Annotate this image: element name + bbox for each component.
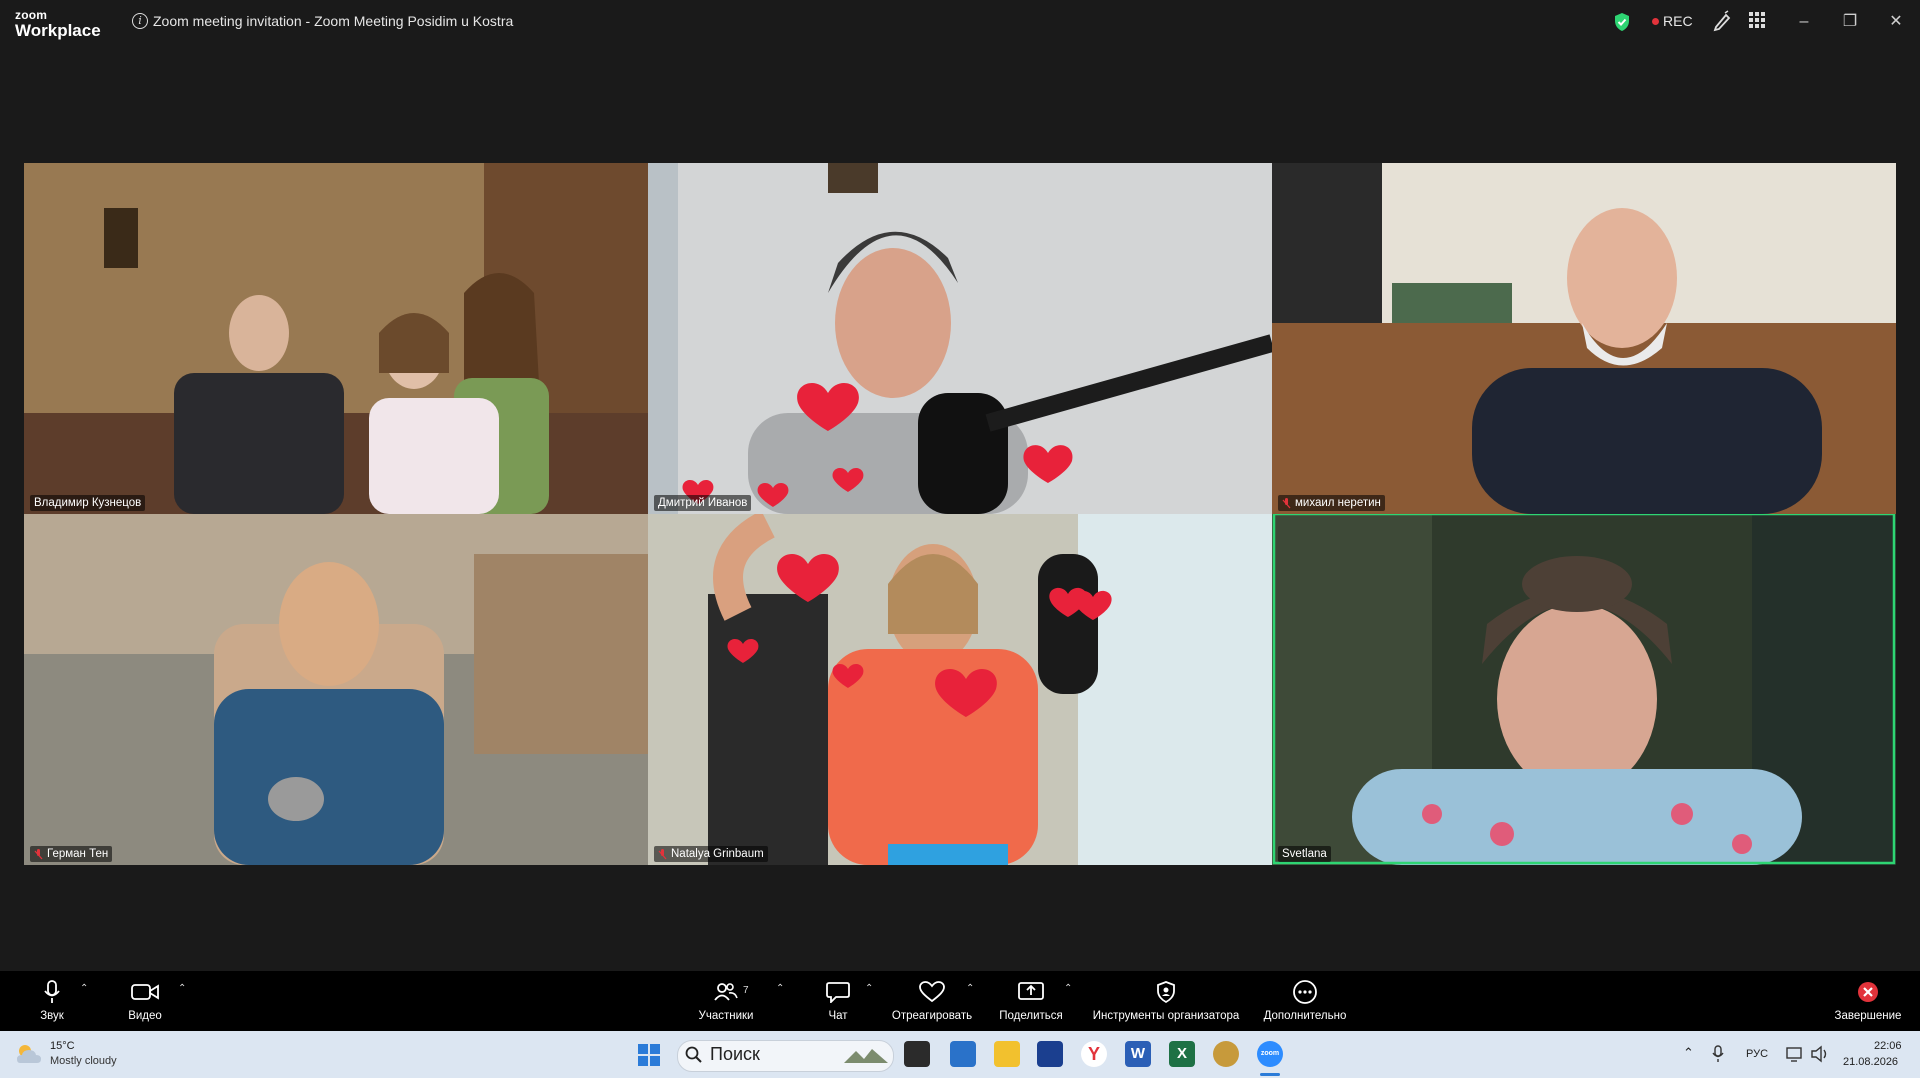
minimize-icon[interactable]: –	[1792, 10, 1816, 34]
participants-count: 7	[743, 985, 749, 996]
rec-label[interactable]: REC	[1663, 13, 1693, 29]
react-label: Отреагировать	[891, 1010, 973, 1022]
video-tile-active-speaker[interactable]: Svetlana	[1272, 514, 1896, 865]
zoom-app-icon[interactable]: zoom	[1257, 1041, 1283, 1067]
task-manager-icon[interactable]	[1037, 1041, 1063, 1067]
participant-name-tag: Natalya Grinbaum	[654, 846, 768, 862]
search-highlight-icon	[844, 1049, 888, 1063]
volume-icon[interactable]	[1810, 1045, 1830, 1063]
participant-video	[1272, 163, 1896, 514]
microsoft-store-icon[interactable]	[950, 1041, 976, 1067]
rec-indicator-dot	[1652, 18, 1659, 25]
input-language[interactable]: РУС	[1746, 1048, 1768, 1060]
video-tile[interactable]: Герман Тен	[24, 514, 648, 865]
chat-button[interactable]: Чат	[820, 979, 856, 1022]
grid-icon[interactable]	[1748, 10, 1766, 30]
info-icon[interactable]: i	[132, 13, 148, 29]
weather-cloudy-icon[interactable]	[14, 1041, 44, 1067]
more-button[interactable]: Дополнительно	[1260, 979, 1350, 1022]
react-button[interactable]: Отреагировать	[890, 979, 974, 1022]
mic-muted-icon	[1282, 497, 1291, 508]
participant-name-tag: Дмитрий Иванов	[654, 495, 752, 511]
host-tools-button[interactable]: Инструменты организатора	[1088, 979, 1244, 1022]
word-icon[interactable]: W	[1125, 1041, 1151, 1067]
share-button[interactable]: Поделиться	[998, 979, 1064, 1022]
shield-check-icon[interactable]	[1613, 12, 1631, 32]
participants-button[interactable]: Участники	[690, 979, 762, 1022]
weather-description[interactable]: Mostly cloudy	[50, 1055, 117, 1067]
participant-name-tag: Герман Тен	[30, 846, 113, 862]
weather-temperature[interactable]: 15°C	[50, 1040, 75, 1052]
logo-small-text: zoom	[15, 8, 48, 22]
end-meeting-icon	[1858, 982, 1878, 1002]
app-icon[interactable]	[1213, 1041, 1239, 1067]
video-tile[interactable]: Владимир Кузнецов	[24, 163, 648, 514]
chat-label: Чат	[828, 1010, 848, 1022]
participant-video	[648, 163, 1272, 514]
file-explorer-icon[interactable]	[994, 1041, 1020, 1067]
active-app-indicator	[1260, 1073, 1280, 1076]
microphone-icon	[44, 980, 60, 1003]
host-tools-label: Инструменты организатора	[1092, 1010, 1240, 1022]
title-bar: zoom Workplace i Zoom meeting invitation…	[0, 0, 1920, 44]
participants-icon	[714, 983, 738, 1001]
video-button[interactable]: Видео	[124, 979, 166, 1022]
video-grid: Владимир Кузнецов Дмитрий Иванов михаил …	[24, 163, 1896, 865]
more-label: Дополнительно	[1263, 1010, 1347, 1022]
share-label: Поделиться	[999, 1010, 1063, 1022]
zoom-logo: zoom Workplace	[15, 9, 101, 39]
task-view-icon[interactable]	[904, 1041, 930, 1067]
clock-date[interactable]: 21.08.2026	[1843, 1056, 1898, 1068]
network-icon[interactable]	[1786, 1045, 1804, 1063]
participants-options-chevron-up-icon[interactable]: ⌃	[776, 983, 784, 994]
pen-icon[interactable]	[1712, 10, 1732, 32]
participants-label: Участники	[698, 1010, 754, 1022]
share-options-chevron-up-icon[interactable]: ⌃	[1064, 983, 1072, 994]
window-title: Zoom meeting invitation - Zoom Meeting P…	[153, 13, 514, 29]
excel-icon[interactable]: X	[1169, 1041, 1195, 1067]
participant-name-tag: михаил неретин	[1278, 495, 1385, 511]
share-screen-icon	[1018, 982, 1044, 1000]
mic-muted-icon	[34, 848, 43, 859]
end-meeting-label: Завершение	[1834, 1010, 1902, 1022]
restore-icon[interactable]: ❐	[1838, 10, 1862, 34]
participant-video	[1272, 514, 1896, 865]
tray-microphone-icon[interactable]	[1712, 1045, 1724, 1063]
participant-video	[24, 163, 648, 514]
chat-icon	[826, 982, 850, 1003]
shield-icon	[1157, 981, 1175, 1003]
yandex-browser-icon[interactable]: Y	[1081, 1041, 1107, 1067]
clock-time[interactable]: 22:06	[1874, 1040, 1902, 1052]
more-icon	[1293, 980, 1317, 1004]
search-icon	[685, 1046, 702, 1063]
end-meeting-button[interactable]: Завершение	[1832, 979, 1904, 1022]
mic-muted-icon	[658, 848, 667, 859]
video-tile[interactable]: михаил неретин	[1272, 163, 1896, 514]
meeting-toolbar: Звук ⌃ Видео ⌃ Участники 7 ⌃ Чат ⌃ Отреа…	[0, 971, 1920, 1031]
logo-big-text: Workplace	[15, 21, 101, 40]
close-icon[interactable]: ✕	[1884, 10, 1908, 34]
windows-start-icon[interactable]	[637, 1043, 661, 1067]
video-label: Видео	[128, 1010, 162, 1022]
participant-name-tag: Владимир Кузнецов	[30, 495, 146, 511]
participant-name-tag: Svetlana	[1278, 846, 1331, 862]
react-options-chevron-up-icon[interactable]: ⌃	[966, 983, 974, 994]
video-camera-icon	[131, 984, 159, 1000]
participant-video	[648, 514, 1272, 865]
audio-button[interactable]: Звук	[32, 979, 72, 1022]
video-tile[interactable]: Natalya Grinbaum	[648, 514, 1272, 865]
audio-options-chevron-up-icon[interactable]: ⌃	[80, 983, 88, 994]
os-taskbar: 15°C Mostly cloudy Поиск Y W X zoom ⌃ РУ…	[0, 1031, 1920, 1078]
audio-label: Звук	[40, 1010, 64, 1022]
chat-options-chevron-up-icon[interactable]: ⌃	[865, 983, 873, 994]
participant-video	[24, 514, 648, 865]
search-placeholder: Поиск	[710, 1044, 760, 1064]
video-options-chevron-up-icon[interactable]: ⌃	[178, 983, 186, 994]
video-tile[interactable]: Дмитрий Иванов	[648, 163, 1272, 514]
heart-icon	[919, 981, 945, 1003]
tray-overflow-chevron-up-icon[interactable]: ⌃	[1683, 1045, 1694, 1061]
